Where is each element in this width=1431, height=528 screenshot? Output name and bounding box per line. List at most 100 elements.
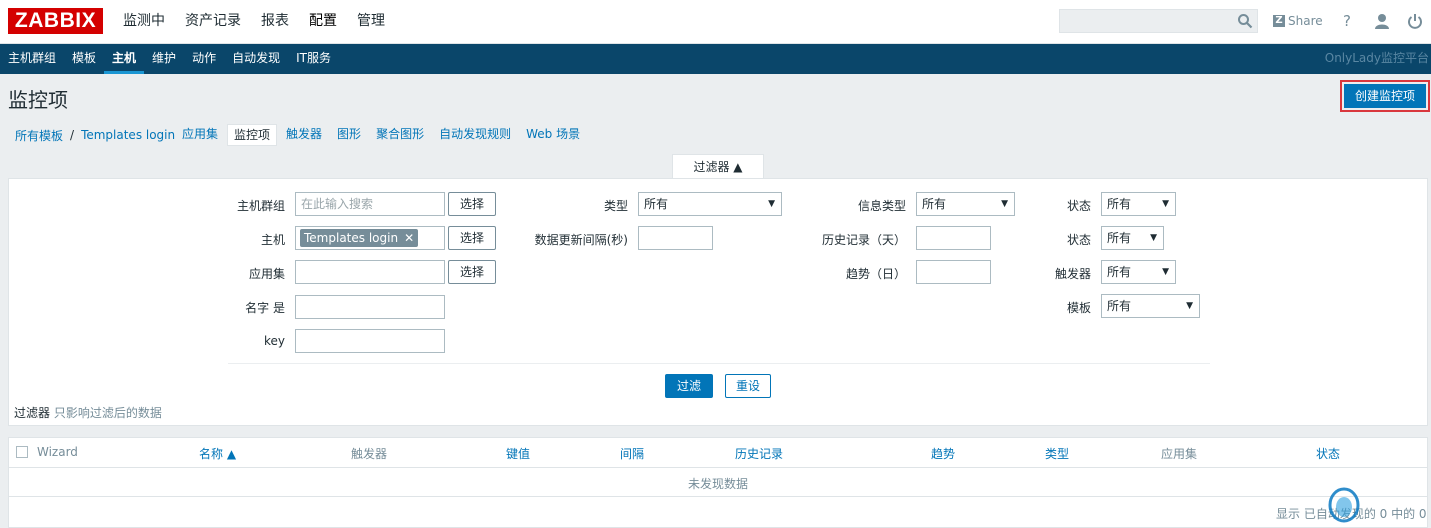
host-label: 主机 — [260, 233, 285, 247]
share-link[interactable]: Z Share — [1273, 13, 1323, 29]
sub-menu: 主机群组 模板 主机 维护 动作 自动发现 IT服务 OnlyLady监控平台 — [0, 44, 1431, 74]
share-label: Share — [1288, 14, 1323, 28]
create-item-button[interactable]: 创建监控项 — [1340, 80, 1430, 112]
host-chip-label: Templates login — [304, 231, 399, 245]
template-select-value: 所有 — [1107, 299, 1132, 313]
triggers-label: 触发器 — [1054, 267, 1091, 281]
filter-toggle-tab[interactable]: 过滤器 ▲ — [672, 154, 764, 179]
top-header: ZABBIX 监测中 资产记录 报表 配置 管理 Z Share ? — [0, 0, 1431, 44]
tab-items[interactable]: 监控项 — [227, 124, 278, 146]
help-icon[interactable]: ? — [1338, 12, 1356, 30]
col-key[interactable]: 键值 — [506, 445, 530, 462]
zabbix-logo[interactable]: ZABBIX — [8, 8, 103, 34]
host-group-input[interactable]: 在此输入搜索 — [295, 192, 445, 216]
submenu-actions[interactable]: 动作 — [184, 44, 224, 74]
state-label: 状态 — [1066, 199, 1091, 213]
filter-reset-button[interactable]: 重设 — [725, 374, 771, 398]
update-interval-label: 数据更新间隔(秒) — [534, 233, 628, 247]
breadcrumb-template[interactable]: Templates login — [81, 128, 175, 142]
menu-inventory[interactable]: 资产记录 — [175, 0, 251, 44]
submenu-hosts[interactable]: 主机 — [104, 44, 145, 74]
filter-note-text: 只影响过滤后的数据 — [50, 406, 162, 420]
status-select[interactable]: 所有 ▼ — [1101, 226, 1164, 250]
menu-administration[interactable]: 管理 — [347, 0, 395, 44]
tab-applications[interactable]: 应用集 — [176, 124, 224, 146]
tab-triggers[interactable]: 触发器 — [280, 124, 328, 146]
triggers-select[interactable]: 所有 ▼ — [1101, 260, 1176, 284]
menu-reports[interactable]: 报表 — [251, 0, 299, 44]
trends-label: 趋势（日） — [845, 267, 906, 281]
submenu-templates[interactable]: 模板 — [64, 44, 104, 74]
host-group-label: 主机群组 — [236, 199, 285, 213]
filter-note-bold: 过滤器 — [14, 406, 51, 420]
col-wizard: Wizard — [37, 445, 78, 459]
zabbix-share-icon: Z — [1273, 15, 1285, 27]
col-applications: 应用集 — [1161, 447, 1198, 461]
submenu-host-groups[interactable]: 主机群组 — [0, 44, 64, 74]
col-type[interactable]: 类型 — [1045, 445, 1069, 462]
global-search-input[interactable] — [1059, 9, 1258, 33]
submenu-maintenance[interactable]: 维护 — [144, 44, 184, 74]
dropdown-arrow-icon: ▼ — [1150, 233, 1157, 243]
dropdown-arrow-icon: ▼ — [768, 199, 775, 209]
col-triggers: 触发器 — [351, 447, 388, 461]
name-input[interactable] — [295, 295, 445, 319]
col-status[interactable]: 状态 — [1316, 445, 1340, 462]
template-tabs: 应用集 监控项 触发器 图形 聚合图形 自动发现规则 Web 场景 — [176, 124, 589, 146]
template-select[interactable]: 所有 ▼ — [1101, 294, 1200, 318]
application-label: 应用集 — [248, 267, 285, 281]
type-select[interactable]: 所有 ▼ — [638, 192, 782, 216]
application-input[interactable] — [295, 260, 445, 284]
server-brand-name: OnlyLady监控平台 — [1324, 51, 1429, 65]
remove-chip-icon[interactable]: ✕ — [404, 231, 414, 245]
breadcrumb: 所有模板 / Templates login — [15, 124, 175, 146]
name-label: 名字 是 — [245, 301, 285, 315]
menu-configuration[interactable]: 配置 — [299, 0, 347, 44]
search-icon[interactable] — [1237, 13, 1253, 29]
select-all-checkbox[interactable] — [16, 446, 28, 458]
host-group-select-button[interactable]: 选择 — [448, 192, 496, 216]
menu-monitoring[interactable]: 监测中 — [113, 0, 175, 44]
dropdown-arrow-icon: ▼ — [1162, 199, 1169, 209]
tab-web-scenarios[interactable]: Web 场景 — [520, 124, 586, 146]
history-label: 历史记录（天） — [821, 233, 906, 247]
filter-note: 过滤器 只影响过滤后的数据 — [14, 404, 162, 421]
filter-apply-button[interactable]: 过滤 — [665, 374, 713, 398]
table-header-divider — [9, 467, 1427, 468]
dropdown-arrow-icon: ▼ — [1186, 301, 1193, 311]
update-interval-input[interactable] — [638, 226, 713, 250]
breadcrumb-all-templates[interactable]: 所有模板 — [15, 127, 63, 144]
trends-input[interactable] — [916, 260, 991, 284]
col-name-sort[interactable]: 名称 ▲ — [199, 445, 236, 462]
type-select-value: 所有 — [644, 197, 669, 211]
breadcrumb-separator: / — [70, 128, 75, 142]
host-chip: Templates login ✕ — [300, 229, 419, 247]
tab-screens[interactable]: 聚合图形 — [370, 124, 430, 146]
host-select-button[interactable]: 选择 — [448, 226, 496, 250]
tab-discovery-rules[interactable]: 自动发现规则 — [433, 124, 517, 146]
info-type-label: 信息类型 — [857, 199, 906, 213]
template-label: 模板 — [1066, 301, 1091, 315]
type-label: 类型 — [603, 199, 628, 213]
submenu-it-services[interactable]: IT服务 — [288, 44, 339, 74]
logout-power-icon[interactable] — [1406, 12, 1424, 30]
no-data-message: 未发现数据 — [687, 477, 748, 491]
key-label: key — [263, 334, 285, 348]
page-title: 监控项 — [8, 88, 68, 112]
state-select[interactable]: 所有 ▼ — [1101, 192, 1176, 216]
application-select-button[interactable]: 选择 — [448, 260, 496, 284]
status-select-value: 所有 — [1107, 231, 1132, 245]
col-history[interactable]: 历史记录 — [735, 445, 783, 462]
status-label: 状态 — [1066, 233, 1091, 247]
col-interval[interactable]: 间隔 — [620, 445, 644, 462]
key-input[interactable] — [295, 329, 445, 353]
col-trends[interactable]: 趋势 — [931, 445, 955, 462]
tab-graphs[interactable]: 图形 — [331, 124, 367, 146]
user-profile-icon[interactable] — [1373, 12, 1391, 30]
history-input[interactable] — [916, 226, 991, 250]
state-select-value: 所有 — [1107, 197, 1132, 211]
info-type-select[interactable]: 所有 ▼ — [916, 192, 1015, 216]
table-row-divider — [9, 496, 1427, 497]
site-watermark-logo — [1328, 487, 1360, 523]
submenu-discovery[interactable]: 自动发现 — [224, 44, 288, 74]
